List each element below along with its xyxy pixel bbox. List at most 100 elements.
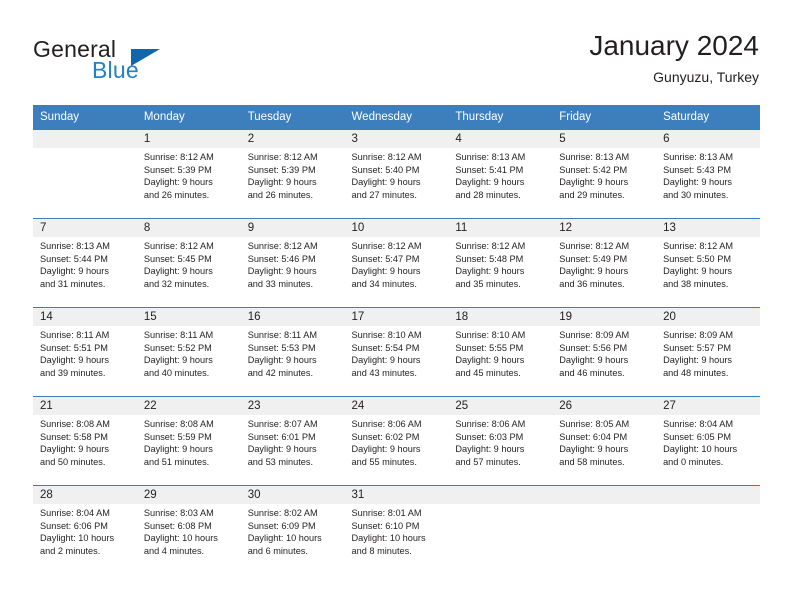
- daylight-text-line2: and 33 minutes.: [247, 278, 314, 289]
- sunrise-text: Sunrise: 8:13 AM: [559, 152, 630, 162]
- day-cell[interactable]: Sunrise: 8:12 AM Sunset: 5:47 PM Dayligh…: [345, 237, 449, 307]
- daylight-text-line1: Daylight: 9 hours: [143, 266, 213, 276]
- daylight-text-line1: Daylight: 9 hours: [663, 266, 733, 276]
- calendar-page: General Blue January 2024 Gunyuzu, Turke…: [0, 0, 792, 612]
- sunrise-text: Sunrise: 8:12 AM: [663, 241, 734, 251]
- day-cell[interactable]: [656, 504, 760, 574]
- day-cell[interactable]: Sunrise: 8:05 AM Sunset: 6:04 PM Dayligh…: [552, 415, 656, 485]
- day-cell[interactable]: Sunrise: 8:09 AM Sunset: 5:57 PM Dayligh…: [656, 326, 760, 396]
- day-number[interactable]: 18: [448, 308, 552, 326]
- day-cell[interactable]: Sunrise: 8:10 AM Sunset: 5:55 PM Dayligh…: [448, 326, 552, 396]
- day-cell[interactable]: Sunrise: 8:12 AM Sunset: 5:46 PM Dayligh…: [241, 237, 345, 307]
- day-cell[interactable]: Sunrise: 8:11 AM Sunset: 5:53 PM Dayligh…: [241, 326, 345, 396]
- day-number[interactable]: 14: [33, 308, 137, 326]
- day-number[interactable]: 16: [241, 308, 345, 326]
- day-cell[interactable]: Sunrise: 8:13 AM Sunset: 5:44 PM Dayligh…: [33, 237, 137, 307]
- sunrise-text: Sunrise: 8:04 AM: [663, 419, 734, 429]
- day-number[interactable]: 2: [241, 130, 345, 148]
- day-cell[interactable]: Sunrise: 8:12 AM Sunset: 5:39 PM Dayligh…: [137, 148, 241, 218]
- sunset-text: Sunset: 5:58 PM: [40, 431, 108, 442]
- sunset-text: Sunset: 5:59 PM: [143, 431, 212, 442]
- day-cell[interactable]: Sunrise: 8:13 AM Sunset: 5:42 PM Dayligh…: [552, 148, 656, 218]
- daylight-text-line2: and 39 minutes.: [40, 367, 106, 378]
- day-cell[interactable]: Sunrise: 8:12 AM Sunset: 5:40 PM Dayligh…: [345, 148, 449, 218]
- sunset-text: Sunset: 5:45 PM: [143, 253, 212, 264]
- day-cell[interactable]: Sunrise: 8:12 AM Sunset: 5:50 PM Dayligh…: [656, 237, 760, 307]
- day-number[interactable]: 23: [241, 397, 345, 415]
- day-cell[interactable]: Sunrise: 8:08 AM Sunset: 5:58 PM Dayligh…: [33, 415, 137, 485]
- day-cell[interactable]: Sunrise: 8:01 AM Sunset: 6:10 PM Dayligh…: [345, 504, 449, 574]
- day-number[interactable]: [656, 486, 760, 504]
- day-number[interactable]: 12: [552, 219, 656, 237]
- daylight-text-line1: Daylight: 9 hours: [351, 444, 421, 454]
- sunset-text: Sunset: 5:56 PM: [559, 342, 628, 353]
- daylight-text-line2: and 46 minutes.: [559, 367, 625, 378]
- day-cell[interactable]: Sunrise: 8:09 AM Sunset: 5:56 PM Dayligh…: [552, 326, 656, 396]
- sunset-text: Sunset: 5:40 PM: [351, 164, 420, 175]
- day-cell[interactable]: [33, 148, 137, 218]
- day-number[interactable]: 28: [33, 486, 137, 504]
- daylight-text-line1: Daylight: 10 hours: [663, 444, 738, 454]
- day-number[interactable]: 5: [552, 130, 656, 148]
- day-number[interactable]: [33, 130, 137, 148]
- day-number[interactable]: [448, 486, 552, 504]
- sunrise-text: Sunrise: 8:06 AM: [351, 419, 422, 429]
- day-cell[interactable]: Sunrise: 8:06 AM Sunset: 6:03 PM Dayligh…: [448, 415, 552, 485]
- day-number[interactable]: 4: [448, 130, 552, 148]
- day-number[interactable]: 31: [345, 486, 449, 504]
- sunrise-text: Sunrise: 8:01 AM: [351, 508, 422, 518]
- day-number[interactable]: 10: [345, 219, 449, 237]
- weekday-header-thursday: Thursday: [455, 111, 504, 123]
- day-number[interactable]: 22: [137, 397, 241, 415]
- day-number[interactable]: 25: [448, 397, 552, 415]
- day-cell[interactable]: Sunrise: 8:08 AM Sunset: 5:59 PM Dayligh…: [137, 415, 241, 485]
- sunrise-text: Sunrise: 8:12 AM: [247, 152, 318, 162]
- day-cell[interactable]: Sunrise: 8:12 AM Sunset: 5:39 PM Dayligh…: [241, 148, 345, 218]
- day-number[interactable]: 24: [345, 397, 449, 415]
- day-cell[interactable]: Sunrise: 8:06 AM Sunset: 6:02 PM Dayligh…: [345, 415, 449, 485]
- sunrise-text: Sunrise: 8:06 AM: [455, 419, 526, 429]
- day-number[interactable]: [552, 486, 656, 504]
- day-number[interactable]: 17: [345, 308, 449, 326]
- day-cell[interactable]: Sunrise: 8:02 AM Sunset: 6:09 PM Dayligh…: [241, 504, 345, 574]
- general-blue-logo[interactable]: General Blue: [33, 36, 263, 96]
- day-cell[interactable]: Sunrise: 8:12 AM Sunset: 5:48 PM Dayligh…: [448, 237, 552, 307]
- day-cell[interactable]: Sunrise: 8:12 AM Sunset: 5:45 PM Dayligh…: [137, 237, 241, 307]
- day-cell[interactable]: Sunrise: 8:07 AM Sunset: 6:01 PM Dayligh…: [241, 415, 345, 485]
- day-cell[interactable]: Sunrise: 8:03 AM Sunset: 6:08 PM Dayligh…: [137, 504, 241, 574]
- day-cell[interactable]: Sunrise: 8:04 AM Sunset: 6:06 PM Dayligh…: [33, 504, 137, 574]
- day-number[interactable]: 21: [33, 397, 137, 415]
- sunrise-text: Sunrise: 8:10 AM: [351, 330, 422, 340]
- day-number[interactable]: 11: [448, 219, 552, 237]
- day-number[interactable]: 19: [552, 308, 656, 326]
- day-cell[interactable]: Sunrise: 8:10 AM Sunset: 5:54 PM Dayligh…: [345, 326, 449, 396]
- day-cell[interactable]: Sunrise: 8:11 AM Sunset: 5:51 PM Dayligh…: [33, 326, 137, 396]
- day-number[interactable]: 3: [345, 130, 449, 148]
- day-number[interactable]: 7: [33, 219, 137, 237]
- day-cell[interactable]: Sunrise: 8:13 AM Sunset: 5:43 PM Dayligh…: [656, 148, 760, 218]
- day-cell[interactable]: [448, 504, 552, 574]
- day-detail-band: Sunrise: 8:13 AM Sunset: 5:44 PM Dayligh…: [33, 237, 760, 307]
- day-number[interactable]: 30: [241, 486, 345, 504]
- day-cell[interactable]: Sunrise: 8:11 AM Sunset: 5:52 PM Dayligh…: [137, 326, 241, 396]
- day-number[interactable]: 29: [137, 486, 241, 504]
- daylight-text-line1: Daylight: 10 hours: [40, 533, 115, 543]
- day-number[interactable]: 1: [137, 130, 241, 148]
- sunrise-text: Sunrise: 8:07 AM: [247, 419, 318, 429]
- day-number[interactable]: 6: [656, 130, 760, 148]
- day-cell[interactable]: Sunrise: 8:13 AM Sunset: 5:41 PM Dayligh…: [448, 148, 552, 218]
- daylight-text-line2: and 8 minutes.: [351, 545, 412, 556]
- day-number[interactable]: 8: [137, 219, 241, 237]
- weekday-header-row: Sunday Monday Tuesday Wednesday Thursday…: [33, 105, 760, 129]
- day-number[interactable]: 26: [552, 397, 656, 415]
- sunset-text: Sunset: 6:05 PM: [663, 431, 731, 442]
- day-number[interactable]: 27: [656, 397, 760, 415]
- day-number[interactable]: 9: [241, 219, 345, 237]
- daylight-text-line2: and 6 minutes.: [247, 545, 308, 556]
- day-cell[interactable]: Sunrise: 8:12 AM Sunset: 5:49 PM Dayligh…: [552, 237, 656, 307]
- day-number[interactable]: 20: [656, 308, 760, 326]
- day-cell[interactable]: [552, 504, 656, 574]
- day-cell[interactable]: Sunrise: 8:04 AM Sunset: 6:05 PM Dayligh…: [656, 415, 760, 485]
- day-number[interactable]: 15: [137, 308, 241, 326]
- day-number[interactable]: 13: [656, 219, 760, 237]
